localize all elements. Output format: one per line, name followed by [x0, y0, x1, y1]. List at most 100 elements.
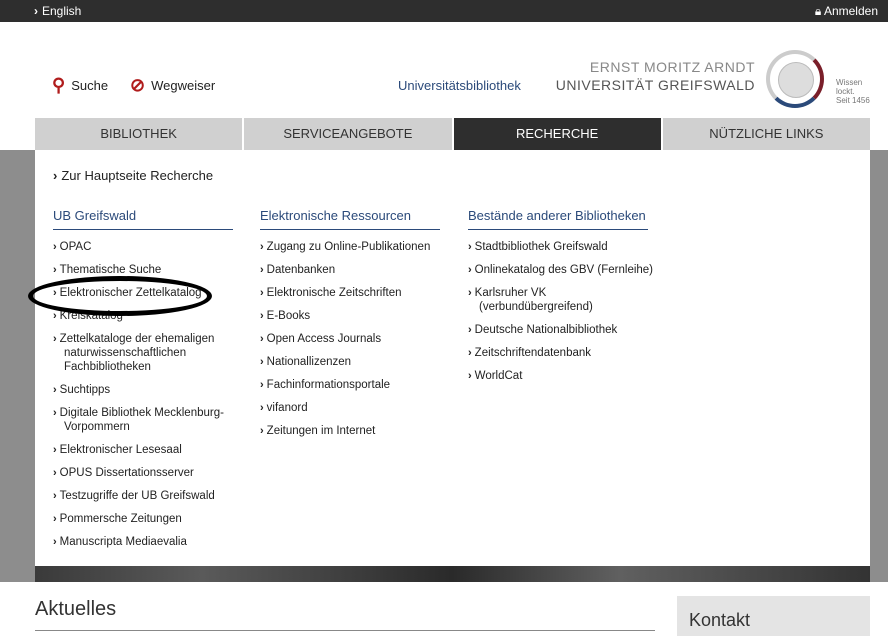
- chevron-right-icon: ›: [260, 333, 264, 345]
- menu-link[interactable]: › OPUS Dissertationsserver: [53, 466, 239, 480]
- menu-link[interactable]: › Fachinformationsportale: [260, 378, 446, 392]
- guide-label: Wegweiser: [151, 78, 216, 93]
- menu-link-label: Thematische Suche: [59, 264, 162, 276]
- chevron-right-icon: ›: [260, 379, 264, 391]
- university-line2: UNIVERSITÄT GREIFSWALD: [555, 77, 755, 93]
- menu-link-label: Karlsruher VK (verbundübergreifend): [474, 287, 593, 313]
- chevron-right-icon: ›: [468, 241, 472, 253]
- menu-link[interactable]: › Deutsche Nationalbibliothek: [468, 323, 654, 337]
- menu-link[interactable]: › Testzugriffe der UB Greifswald: [53, 489, 239, 503]
- university-line1: ERNST MORITZ ARNDT: [589, 59, 755, 75]
- menu-link[interactable]: › Zeitschriftendatenbank: [468, 346, 654, 360]
- chevron-right-icon: ›: [260, 356, 264, 368]
- language-switch[interactable]: › English: [34, 4, 81, 18]
- menu-link-label: Fachinformationsportale: [266, 379, 391, 391]
- chevron-right-icon: ›: [260, 241, 264, 253]
- login-label: Anmelden: [823, 4, 878, 18]
- tab-nuetzliche-links[interactable]: NÜTZLICHE LINKS: [662, 118, 870, 150]
- menu-link[interactable]: › Nationallizenzen: [260, 355, 446, 369]
- menu-link-label: Deutsche Nationalbibliothek: [474, 324, 618, 336]
- menu-link-label: Elektronische Zeitschriften: [266, 287, 402, 299]
- menu-link[interactable]: › Manuscripta Mediaevalia: [53, 535, 239, 549]
- chevron-right-icon: ›: [53, 241, 57, 253]
- menu-link-label: Stadtbibliothek Greifswald: [474, 241, 608, 253]
- menu-link-label: Digitale Bibliothek Mecklenburg-Vorpomme…: [59, 407, 224, 433]
- menu-link[interactable]: › Karlsruher VK (verbundübergreifend): [468, 286, 654, 314]
- menu-link-label: E-Books: [266, 310, 311, 322]
- chevron-right-icon: ›: [468, 324, 472, 336]
- main-research-link[interactable]: › Zur Hauptseite Recherche: [53, 168, 213, 183]
- chevron-right-icon: ›: [53, 384, 57, 396]
- chevron-right-icon: ›: [53, 513, 57, 525]
- site-header: ⚲ Suche ⊘ Wegweiser Universitätsbiblioth…: [0, 22, 888, 118]
- main-research-label: Zur Hauptseite Recherche: [61, 168, 214, 183]
- university-seal-logo[interactable]: [766, 50, 824, 108]
- tab-bibliothek[interactable]: BIBLIOTHEK: [35, 118, 245, 150]
- main-nav: BIBLIOTHEK SERVICEANGEBOTE RECHERCHE NÜT…: [35, 118, 870, 150]
- menu-link-label: Suchtipps: [59, 384, 111, 396]
- university-name[interactable]: ERNST MORITZ ARNDT UNIVERSITÄT GREIFSWAL…: [556, 58, 755, 94]
- menu-link[interactable]: › Suchtipps: [53, 383, 239, 397]
- menu-link-label: Zeitschriftendatenbank: [474, 347, 592, 359]
- search-label: Suche: [71, 78, 109, 93]
- menu-link[interactable]: › Stadtbibliothek Greifswald: [468, 240, 654, 254]
- search-button[interactable]: ⚲ Suche: [52, 75, 108, 96]
- link-list: › Zugang zu Online-Publikationen › Datenban…: [260, 240, 446, 438]
- menu-link[interactable]: › vifanord: [260, 401, 446, 415]
- menu-link[interactable]: › Digitale Bibliothek Mecklenburg-Vorpomm…: [53, 406, 239, 434]
- menu-link-label: OPUS Dissertationsserver: [59, 467, 194, 479]
- chevron-right-icon: ›: [53, 444, 57, 456]
- menu-link-label: OPAC: [59, 241, 92, 253]
- motto-line3: Seit 1456: [836, 96, 870, 105]
- chevron-right-icon: ›: [53, 407, 57, 419]
- menu-link[interactable]: › Zugang zu Online-Publikationen: [260, 240, 446, 254]
- menu-link-label: Open Access Journals: [266, 333, 382, 345]
- menu-link[interactable]: › Zettelkataloge der ehemaligen naturwiss…: [53, 332, 239, 374]
- hero-image: [35, 565, 870, 582]
- lock-icon: 🔒︎: [814, 4, 824, 18]
- menu-column-ub: UB Greifswald › OPAC › Thematische Suche › El…: [53, 208, 239, 558]
- login-link[interactable]: 🔒︎ Anmelden: [815, 4, 878, 19]
- mega-menu-panel: › Zur Hauptseite Recherche UB Greifswald …: [35, 150, 870, 566]
- menu-link-label: Elektronischer Lesesaal: [59, 444, 182, 456]
- chevron-right-icon: ›: [53, 168, 58, 183]
- chevron-right-icon: ›: [468, 264, 472, 276]
- language-label: English: [42, 4, 82, 18]
- menu-link[interactable]: › Elektronische Zeitschriften: [260, 286, 446, 300]
- menu-link[interactable]: › Onlinekatalog des GBV (Fernleihe): [468, 263, 654, 277]
- tab-serviceangebote[interactable]: SERVICEANGEBOTE: [244, 118, 454, 150]
- chevron-right-icon: ›: [260, 425, 264, 437]
- chevron-right-icon: ›: [53, 536, 57, 548]
- chevron-right-icon: ›: [468, 347, 472, 359]
- guide-button[interactable]: ⊘ Wegweiser: [130, 75, 215, 96]
- menu-link-label: vifanord: [266, 402, 308, 414]
- column-heading: Bestände anderer Bibliotheken: [468, 208, 648, 230]
- menu-link-label: Testzugriffe der UB Greifswald: [59, 490, 215, 502]
- chevron-right-icon: ›: [260, 310, 264, 322]
- menu-link-label: Nationallizenzen: [266, 356, 352, 368]
- menu-column-other-libraries: Bestände anderer Bibliotheken › Stadtbibl…: [468, 208, 654, 392]
- content-section: Aktuelles Kontakt: [0, 582, 888, 636]
- column-heading: UB Greifswald: [53, 208, 233, 230]
- menu-link[interactable]: › Thematische Suche: [53, 263, 239, 277]
- chevron-right-icon: ›: [53, 333, 57, 345]
- menu-link[interactable]: › Zeitungen im Internet: [260, 424, 446, 438]
- chevron-right-icon: ›: [53, 467, 57, 479]
- library-link[interactable]: Universitätsbibliothek: [398, 78, 521, 93]
- highlight-ellipse-annotation: [28, 276, 212, 316]
- menu-link[interactable]: › Elektronischer Lesesaal: [53, 443, 239, 457]
- tab-recherche[interactable]: RECHERCHE: [453, 118, 663, 150]
- search-icon: ⚲: [52, 75, 66, 95]
- menu-link[interactable]: › Datenbanken: [260, 263, 446, 277]
- menu-link-label: Onlinekatalog des GBV (Fernleihe): [474, 264, 654, 276]
- link-list: › Stadtbibliothek Greifswald › Onlinekatalo…: [468, 240, 654, 383]
- menu-link[interactable]: › E-Books: [260, 309, 446, 323]
- menu-link[interactable]: › OPAC: [53, 240, 239, 254]
- menu-link[interactable]: › WorldCat: [468, 369, 654, 383]
- menu-link-label: Pommersche Zeitungen: [59, 513, 182, 525]
- chevron-right-icon: ›: [260, 402, 264, 414]
- menu-link[interactable]: › Open Access Journals: [260, 332, 446, 346]
- menu-link[interactable]: › Pommersche Zeitungen: [53, 512, 239, 526]
- chevron-right-icon: ›: [468, 370, 472, 382]
- chevron-right-icon: ›: [260, 264, 264, 276]
